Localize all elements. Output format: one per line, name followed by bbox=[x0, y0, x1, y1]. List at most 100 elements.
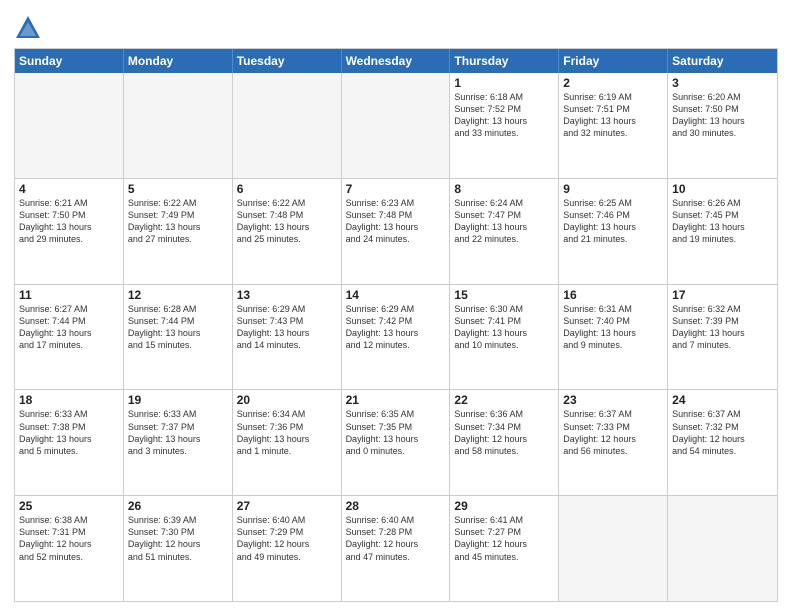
page: SundayMondayTuesdayWednesdayThursdayFrid… bbox=[0, 0, 792, 612]
calendar-header-row: SundayMondayTuesdayWednesdayThursdayFrid… bbox=[15, 49, 777, 73]
day-number: 17 bbox=[672, 288, 773, 302]
day-info: Sunrise: 6:19 AM Sunset: 7:51 PM Dayligh… bbox=[563, 91, 663, 140]
day-number: 26 bbox=[128, 499, 228, 513]
cal-cell bbox=[342, 73, 451, 178]
day-number: 29 bbox=[454, 499, 554, 513]
day-number: 21 bbox=[346, 393, 446, 407]
cal-header-friday: Friday bbox=[559, 49, 668, 73]
cal-cell: 10Sunrise: 6:26 AM Sunset: 7:45 PM Dayli… bbox=[668, 179, 777, 284]
cal-cell: 3Sunrise: 6:20 AM Sunset: 7:50 PM Daylig… bbox=[668, 73, 777, 178]
cal-cell bbox=[15, 73, 124, 178]
day-number: 7 bbox=[346, 182, 446, 196]
day-info: Sunrise: 6:33 AM Sunset: 7:38 PM Dayligh… bbox=[19, 408, 119, 457]
cal-cell bbox=[233, 73, 342, 178]
cal-header-saturday: Saturday bbox=[668, 49, 777, 73]
day-info: Sunrise: 6:33 AM Sunset: 7:37 PM Dayligh… bbox=[128, 408, 228, 457]
day-info: Sunrise: 6:36 AM Sunset: 7:34 PM Dayligh… bbox=[454, 408, 554, 457]
day-number: 3 bbox=[672, 76, 773, 90]
day-number: 16 bbox=[563, 288, 663, 302]
day-number: 1 bbox=[454, 76, 554, 90]
cal-row-2: 11Sunrise: 6:27 AM Sunset: 7:44 PM Dayli… bbox=[15, 285, 777, 391]
day-number: 8 bbox=[454, 182, 554, 196]
cal-cell: 26Sunrise: 6:39 AM Sunset: 7:30 PM Dayli… bbox=[124, 496, 233, 601]
cal-cell: 11Sunrise: 6:27 AM Sunset: 7:44 PM Dayli… bbox=[15, 285, 124, 390]
day-number: 14 bbox=[346, 288, 446, 302]
cal-cell: 23Sunrise: 6:37 AM Sunset: 7:33 PM Dayli… bbox=[559, 390, 668, 495]
day-info: Sunrise: 6:34 AM Sunset: 7:36 PM Dayligh… bbox=[237, 408, 337, 457]
cal-cell: 22Sunrise: 6:36 AM Sunset: 7:34 PM Dayli… bbox=[450, 390, 559, 495]
day-number: 4 bbox=[19, 182, 119, 196]
cal-cell: 25Sunrise: 6:38 AM Sunset: 7:31 PM Dayli… bbox=[15, 496, 124, 601]
cal-cell: 7Sunrise: 6:23 AM Sunset: 7:48 PM Daylig… bbox=[342, 179, 451, 284]
day-number: 11 bbox=[19, 288, 119, 302]
cal-cell: 18Sunrise: 6:33 AM Sunset: 7:38 PM Dayli… bbox=[15, 390, 124, 495]
day-info: Sunrise: 6:27 AM Sunset: 7:44 PM Dayligh… bbox=[19, 303, 119, 352]
day-info: Sunrise: 6:24 AM Sunset: 7:47 PM Dayligh… bbox=[454, 197, 554, 246]
cal-cell bbox=[668, 496, 777, 601]
cal-header-thursday: Thursday bbox=[450, 49, 559, 73]
calendar-body: 1Sunrise: 6:18 AM Sunset: 7:52 PM Daylig… bbox=[15, 73, 777, 601]
day-number: 12 bbox=[128, 288, 228, 302]
day-number: 6 bbox=[237, 182, 337, 196]
cal-header-monday: Monday bbox=[124, 49, 233, 73]
day-number: 2 bbox=[563, 76, 663, 90]
cal-cell: 27Sunrise: 6:40 AM Sunset: 7:29 PM Dayli… bbox=[233, 496, 342, 601]
day-info: Sunrise: 6:40 AM Sunset: 7:29 PM Dayligh… bbox=[237, 514, 337, 563]
cal-cell: 12Sunrise: 6:28 AM Sunset: 7:44 PM Dayli… bbox=[124, 285, 233, 390]
day-info: Sunrise: 6:26 AM Sunset: 7:45 PM Dayligh… bbox=[672, 197, 773, 246]
day-number: 10 bbox=[672, 182, 773, 196]
cal-cell: 4Sunrise: 6:21 AM Sunset: 7:50 PM Daylig… bbox=[15, 179, 124, 284]
day-number: 18 bbox=[19, 393, 119, 407]
cal-header-sunday: Sunday bbox=[15, 49, 124, 73]
day-number: 25 bbox=[19, 499, 119, 513]
day-number: 20 bbox=[237, 393, 337, 407]
day-info: Sunrise: 6:40 AM Sunset: 7:28 PM Dayligh… bbox=[346, 514, 446, 563]
day-number: 15 bbox=[454, 288, 554, 302]
cal-header-tuesday: Tuesday bbox=[233, 49, 342, 73]
cal-cell: 28Sunrise: 6:40 AM Sunset: 7:28 PM Dayli… bbox=[342, 496, 451, 601]
day-info: Sunrise: 6:41 AM Sunset: 7:27 PM Dayligh… bbox=[454, 514, 554, 563]
cal-cell: 17Sunrise: 6:32 AM Sunset: 7:39 PM Dayli… bbox=[668, 285, 777, 390]
calendar: SundayMondayTuesdayWednesdayThursdayFrid… bbox=[14, 48, 778, 602]
cal-header-wednesday: Wednesday bbox=[342, 49, 451, 73]
day-number: 9 bbox=[563, 182, 663, 196]
cal-cell: 20Sunrise: 6:34 AM Sunset: 7:36 PM Dayli… bbox=[233, 390, 342, 495]
cal-cell: 29Sunrise: 6:41 AM Sunset: 7:27 PM Dayli… bbox=[450, 496, 559, 601]
day-info: Sunrise: 6:37 AM Sunset: 7:33 PM Dayligh… bbox=[563, 408, 663, 457]
day-info: Sunrise: 6:37 AM Sunset: 7:32 PM Dayligh… bbox=[672, 408, 773, 457]
cal-cell: 2Sunrise: 6:19 AM Sunset: 7:51 PM Daylig… bbox=[559, 73, 668, 178]
day-number: 28 bbox=[346, 499, 446, 513]
day-number: 5 bbox=[128, 182, 228, 196]
day-number: 13 bbox=[237, 288, 337, 302]
cal-row-4: 25Sunrise: 6:38 AM Sunset: 7:31 PM Dayli… bbox=[15, 496, 777, 601]
cal-cell: 15Sunrise: 6:30 AM Sunset: 7:41 PM Dayli… bbox=[450, 285, 559, 390]
cal-cell: 21Sunrise: 6:35 AM Sunset: 7:35 PM Dayli… bbox=[342, 390, 451, 495]
cal-cell: 24Sunrise: 6:37 AM Sunset: 7:32 PM Dayli… bbox=[668, 390, 777, 495]
cal-cell: 1Sunrise: 6:18 AM Sunset: 7:52 PM Daylig… bbox=[450, 73, 559, 178]
day-info: Sunrise: 6:21 AM Sunset: 7:50 PM Dayligh… bbox=[19, 197, 119, 246]
cal-cell: 8Sunrise: 6:24 AM Sunset: 7:47 PM Daylig… bbox=[450, 179, 559, 284]
cal-cell: 6Sunrise: 6:22 AM Sunset: 7:48 PM Daylig… bbox=[233, 179, 342, 284]
day-info: Sunrise: 6:22 AM Sunset: 7:48 PM Dayligh… bbox=[237, 197, 337, 246]
header bbox=[14, 10, 778, 42]
day-info: Sunrise: 6:23 AM Sunset: 7:48 PM Dayligh… bbox=[346, 197, 446, 246]
cal-row-1: 4Sunrise: 6:21 AM Sunset: 7:50 PM Daylig… bbox=[15, 179, 777, 285]
cal-cell bbox=[559, 496, 668, 601]
day-info: Sunrise: 6:35 AM Sunset: 7:35 PM Dayligh… bbox=[346, 408, 446, 457]
cal-cell: 14Sunrise: 6:29 AM Sunset: 7:42 PM Dayli… bbox=[342, 285, 451, 390]
day-info: Sunrise: 6:39 AM Sunset: 7:30 PM Dayligh… bbox=[128, 514, 228, 563]
cal-row-3: 18Sunrise: 6:33 AM Sunset: 7:38 PM Dayli… bbox=[15, 390, 777, 496]
cal-cell: 9Sunrise: 6:25 AM Sunset: 7:46 PM Daylig… bbox=[559, 179, 668, 284]
day-number: 27 bbox=[237, 499, 337, 513]
day-info: Sunrise: 6:29 AM Sunset: 7:43 PM Dayligh… bbox=[237, 303, 337, 352]
cal-cell: 16Sunrise: 6:31 AM Sunset: 7:40 PM Dayli… bbox=[559, 285, 668, 390]
day-info: Sunrise: 6:31 AM Sunset: 7:40 PM Dayligh… bbox=[563, 303, 663, 352]
cal-row-0: 1Sunrise: 6:18 AM Sunset: 7:52 PM Daylig… bbox=[15, 73, 777, 179]
day-number: 23 bbox=[563, 393, 663, 407]
day-info: Sunrise: 6:29 AM Sunset: 7:42 PM Dayligh… bbox=[346, 303, 446, 352]
day-number: 19 bbox=[128, 393, 228, 407]
day-info: Sunrise: 6:25 AM Sunset: 7:46 PM Dayligh… bbox=[563, 197, 663, 246]
logo bbox=[14, 14, 46, 42]
day-info: Sunrise: 6:18 AM Sunset: 7:52 PM Dayligh… bbox=[454, 91, 554, 140]
cal-cell: 19Sunrise: 6:33 AM Sunset: 7:37 PM Dayli… bbox=[124, 390, 233, 495]
